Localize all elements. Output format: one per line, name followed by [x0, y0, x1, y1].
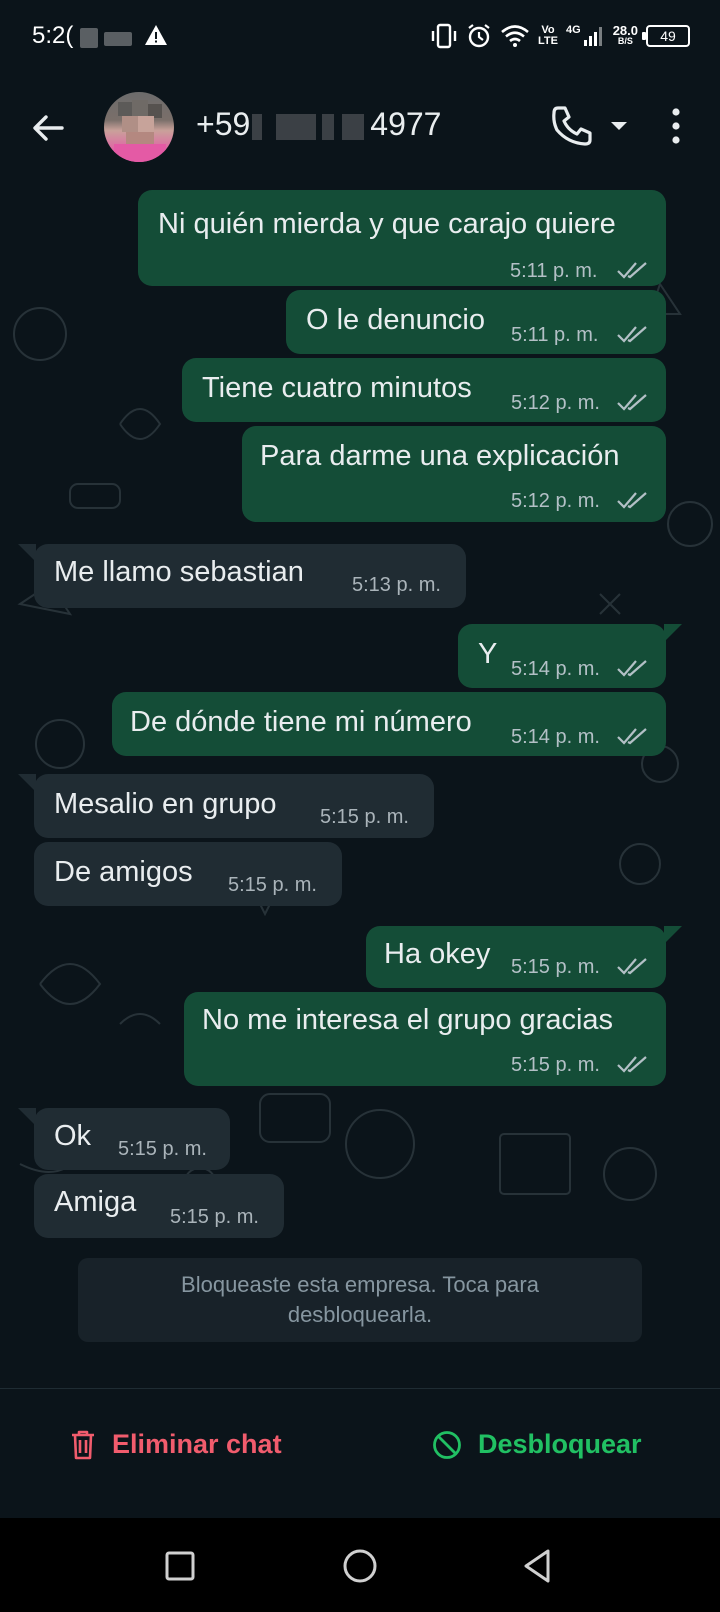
- message-text: De amigos: [54, 856, 193, 888]
- message-text: O le denuncio: [306, 304, 485, 336]
- read-ticks-icon: [617, 394, 647, 411]
- incoming-message[interactable]: Me llamo sebastian 5:13 p. m.: [34, 544, 466, 608]
- message-text: Para darme una explicación: [260, 440, 620, 472]
- message-text: Ok: [54, 1120, 92, 1152]
- message-text: De dónde tiene mi número: [130, 706, 472, 738]
- signal-icon: [583, 27, 602, 46]
- incoming-message[interactable]: Ok 5:15 p. m.: [34, 1108, 230, 1170]
- message-time: 5:15 p. m.: [228, 874, 317, 896]
- vibrate-icon: [431, 23, 457, 49]
- trash-icon: [72, 1430, 94, 1459]
- wifi-icon: [501, 25, 529, 47]
- message-time: 5:15 p. m.: [511, 956, 600, 978]
- message-text: No me interesa el grupo gracias: [202, 1004, 614, 1036]
- incoming-message[interactable]: Mesalio en grupo 5:15 p. m.: [34, 774, 434, 838]
- outgoing-message[interactable]: Ha okey 5:15 p. m.: [366, 926, 666, 988]
- read-ticks-icon: [617, 492, 647, 509]
- outgoing-message[interactable]: Tiene cuatro minutos 5:12 p. m.: [182, 358, 666, 422]
- message-text: Ha okey: [384, 938, 491, 970]
- incoming-message[interactable]: De amigos 5:15 p. m.: [34, 842, 342, 906]
- contact-number-suffix: 4977: [370, 106, 442, 142]
- battery-level: 49: [660, 28, 676, 44]
- message-text: Ni quién mierda y que carajo quiere: [158, 208, 616, 240]
- delete-chat-label: Eliminar chat: [112, 1429, 282, 1459]
- message-time: 5:14 p. m.: [511, 726, 600, 748]
- read-ticks-icon: [617, 262, 647, 279]
- more-options-icon[interactable]: [664, 104, 688, 148]
- recent-apps-icon[interactable]: [158, 1544, 202, 1588]
- status-bar: 5:2( Vo LTE 4G 28.0 B/S 49: [0, 0, 720, 72]
- message-time: 5:15 p. m.: [118, 1138, 207, 1160]
- redacted-block: [80, 28, 98, 48]
- battery-indicator: 49: [642, 25, 690, 47]
- read-ticks-icon: [617, 660, 647, 677]
- outgoing-message[interactable]: Para darme una explicación 5:12 p. m.: [242, 426, 666, 522]
- back-arrow-icon[interactable]: [28, 108, 68, 148]
- message-time: 5:15 p. m.: [170, 1206, 259, 1228]
- read-ticks-icon: [617, 326, 647, 343]
- unblock-label: Desbloquear: [478, 1429, 642, 1459]
- message-text: Me llamo sebastian: [54, 556, 304, 588]
- signal-indicator: 4G: [566, 25, 605, 47]
- outgoing-message[interactable]: No me interesa el grupo gracias 5:15 p. …: [184, 992, 666, 1086]
- contact-name[interactable]: +59 4977: [196, 106, 441, 143]
- blocked-notice[interactable]: Bloqueaste esta empresa. Toca para desbl…: [78, 1258, 642, 1342]
- message-text: Y: [478, 638, 498, 670]
- read-ticks-icon: [617, 1056, 647, 1073]
- blocked-actions-bar: Eliminar chat Desbloquear: [0, 1388, 720, 1518]
- message-text: Amiga: [54, 1186, 137, 1218]
- contact-avatar[interactable]: [104, 92, 174, 162]
- home-icon[interactable]: [338, 1544, 382, 1588]
- alarm-icon: [468, 24, 490, 48]
- delete-chat-button[interactable]: Eliminar chat: [70, 1429, 282, 1460]
- message-time: 5:14 p. m.: [511, 658, 600, 680]
- block-icon: [433, 1430, 461, 1459]
- volte-indicator: Vo LTE: [538, 24, 558, 47]
- outgoing-message[interactable]: Y 5:14 p. m.: [458, 624, 666, 688]
- outgoing-message[interactable]: Ni quién mierda y que carajo quiere 5:11…: [138, 190, 666, 286]
- system-nav-bar: [0, 1518, 720, 1612]
- contact-number-prefix: +59: [196, 106, 251, 142]
- message-time: 5:11 p. m.: [510, 260, 598, 282]
- network-type: 4G: [566, 24, 581, 36]
- incoming-message[interactable]: Amiga 5:15 p. m.: [34, 1174, 284, 1238]
- message-time: 5:15 p. m.: [320, 806, 409, 828]
- outgoing-message[interactable]: De dónde tiene mi número 5:14 p. m.: [112, 692, 666, 756]
- status-time: 5:2(: [32, 22, 74, 49]
- voice-call-icon[interactable]: [548, 102, 596, 150]
- call-dropdown-icon[interactable]: [608, 118, 630, 134]
- message-time: 5:12 p. m.: [511, 392, 600, 414]
- blocked-notice-line1: Bloqueaste esta empresa. Toca para: [181, 1272, 539, 1297]
- net-speed: 28.0 B/S: [612, 23, 638, 46]
- redacted-block: [104, 32, 132, 46]
- chat-header: +59 4977: [0, 72, 720, 184]
- back-nav-icon[interactable]: [516, 1544, 560, 1588]
- outgoing-message[interactable]: O le denuncio 5:11 p. m.: [286, 290, 666, 354]
- message-time: 5:13 p. m.: [352, 574, 441, 596]
- blocked-notice-line2: desbloquearla.: [287, 1302, 433, 1327]
- message-text: Mesalio en grupo: [54, 788, 277, 820]
- read-ticks-icon: [617, 728, 647, 745]
- message-text: Tiene cuatro minutos: [202, 372, 472, 404]
- warning-icon: [145, 25, 167, 45]
- message-time: 5:12 p. m.: [511, 490, 600, 512]
- message-time: 5:11 p. m.: [511, 324, 599, 346]
- unblock-button[interactable]: Desbloquear: [432, 1429, 642, 1460]
- read-ticks-icon: [617, 958, 647, 975]
- message-time: 5:15 p. m.: [511, 1054, 600, 1076]
- chat-area[interactable]: Ni quién mierda y que carajo quiere 5:11…: [0, 184, 720, 1388]
